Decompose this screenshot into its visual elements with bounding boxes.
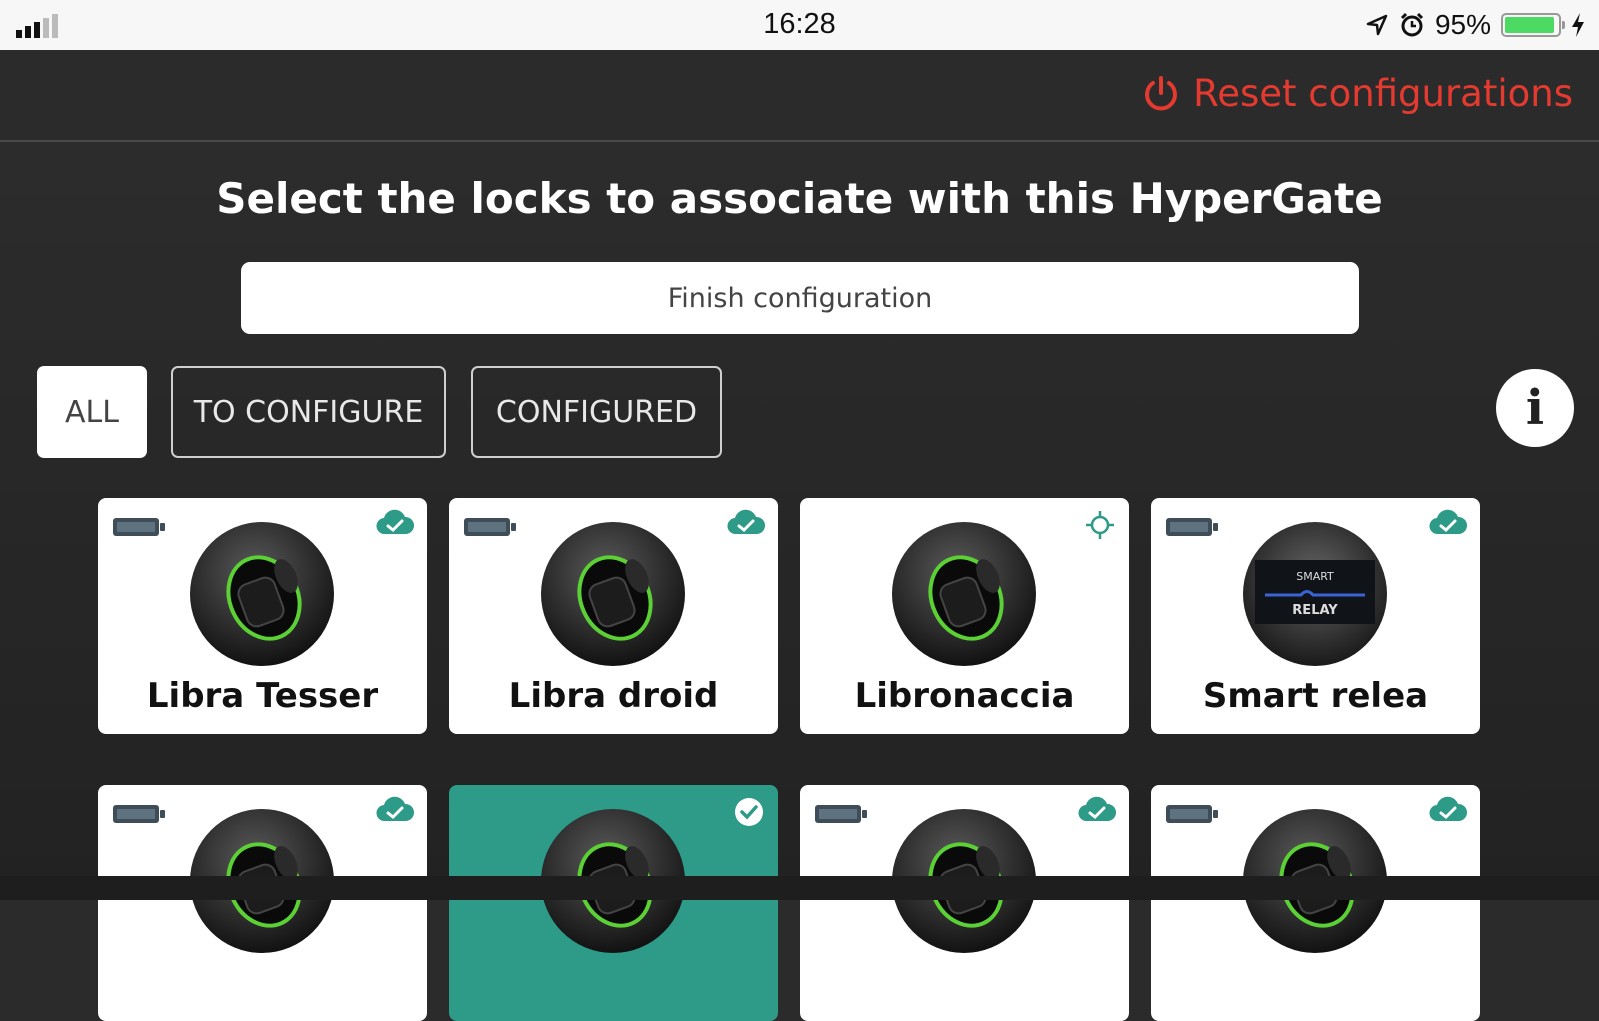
alarm-icon	[1400, 12, 1424, 37]
lock-card[interactable]: Libra droid	[449, 498, 778, 734]
lock-name: Smart relea	[1202, 676, 1429, 716]
cloud-check-icon	[1078, 796, 1117, 822]
battery-icon	[1166, 805, 1218, 823]
lock-name: Libra droid	[508, 676, 719, 716]
status-time: 16:28	[763, 8, 836, 40]
lock-card[interactable]	[98, 785, 427, 1021]
page-title: Select the locks to associate with this …	[216, 174, 1383, 223]
main-content: Select the locks to associate with this …	[0, 142, 1599, 1021]
reset-configurations-button[interactable]: Reset configurations	[1141, 72, 1573, 115]
target-icon	[1086, 511, 1114, 539]
cylinder-lock-image	[892, 522, 1036, 666]
battery-icon	[113, 518, 165, 536]
status-indicators: 95%	[1365, 8, 1585, 42]
battery-icon	[113, 805, 165, 823]
lock-card[interactable]: Libronaccia	[800, 498, 1129, 734]
lock-card[interactable]	[800, 785, 1129, 1021]
battery-fill	[1505, 17, 1555, 33]
info-button[interactable]: i	[1496, 369, 1574, 447]
relay-text-bottom: RELAY	[1292, 603, 1338, 618]
battery-icon	[1501, 13, 1565, 37]
lock-card[interactable]: SMART RELAY Smart relea	[1151, 498, 1480, 734]
reset-label: Reset configurations	[1193, 72, 1573, 115]
cloud-check-icon	[1429, 509, 1468, 535]
filter-tab-to-configure[interactable]: TO CONFIGURE	[171, 366, 446, 458]
cylinder-lock-image	[190, 522, 334, 666]
finish-configuration-button[interactable]: Finish configuration	[241, 262, 1359, 334]
relay-text-top: SMART	[1296, 570, 1334, 583]
selected-check-icon	[735, 798, 763, 826]
cloud-check-icon	[376, 796, 415, 822]
cloud-check-icon	[727, 509, 766, 535]
lock-card[interactable]	[1151, 785, 1480, 1021]
cloud-check-icon	[1429, 796, 1468, 822]
status-bar: 16:28 95%	[0, 0, 1599, 50]
app-header: Reset configurations	[0, 50, 1599, 142]
battery-percent: 95%	[1434, 9, 1491, 40]
lock-name: Libronaccia	[854, 676, 1075, 716]
battery-icon	[464, 518, 516, 536]
cylinder-lock-image	[541, 522, 685, 666]
lock-card[interactable]	[449, 785, 778, 1021]
lock-name: Libra Tesser	[146, 676, 379, 716]
charging-bolt-icon	[1572, 13, 1584, 37]
filter-tab-all[interactable]: ALL	[37, 366, 147, 458]
smart-relay-image: SMART RELAY	[1243, 522, 1387, 666]
lock-card[interactable]: Libra Tesser	[98, 498, 427, 734]
power-icon	[1145, 75, 1178, 110]
cloud-check-icon	[376, 509, 415, 535]
grid-clip-edge	[0, 876, 1599, 900]
filter-tab-configured[interactable]: CONFIGURED	[471, 366, 722, 458]
battery-icon	[815, 805, 867, 823]
location-arrow-icon	[1366, 14, 1388, 36]
battery-icon	[1166, 518, 1218, 536]
